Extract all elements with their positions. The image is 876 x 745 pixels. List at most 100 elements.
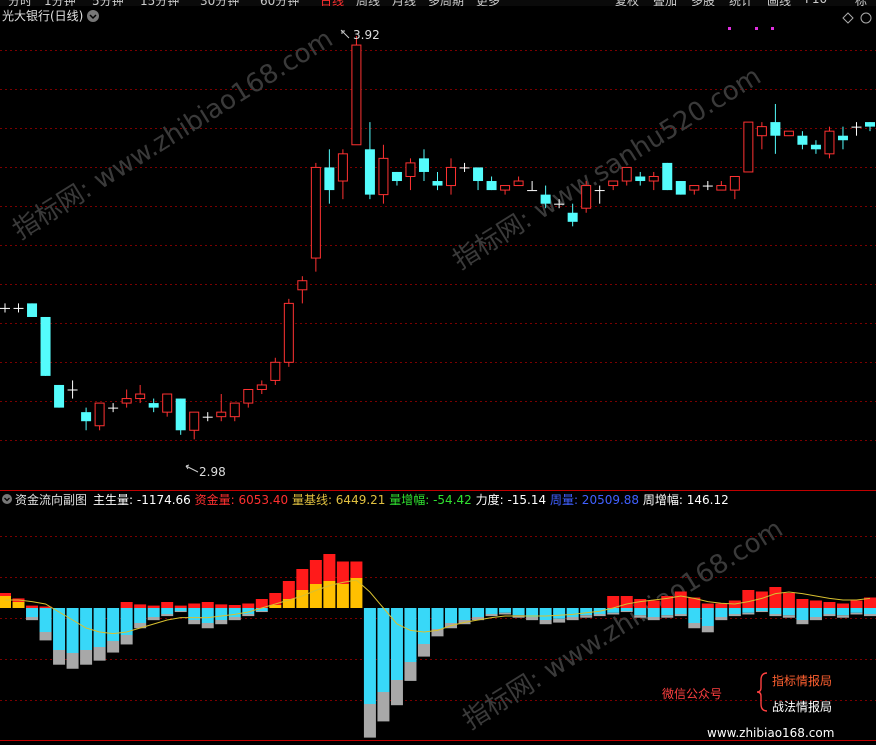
candle-body <box>702 185 713 187</box>
fund-bar <box>674 591 687 608</box>
candle-body <box>581 185 592 209</box>
fund-bar <box>850 600 863 608</box>
outflow-bar <box>161 608 174 614</box>
outflow-extra-bar <box>161 614 174 617</box>
diamond-icon[interactable] <box>842 12 854 24</box>
fund-bar <box>282 581 295 599</box>
watermark-1: 指标网: www.sanhu520.com <box>448 61 767 276</box>
candle <box>513 176 524 187</box>
candle <box>810 140 821 154</box>
outflow-extra-bar <box>93 647 106 661</box>
settings-icon[interactable] <box>860 12 872 24</box>
candle-body <box>635 176 646 182</box>
high-annotation: 3.92 <box>340 28 380 42</box>
candle <box>310 162 321 272</box>
outflow-bar <box>417 608 430 644</box>
outflow-extra-bar <box>174 611 187 613</box>
outflow-extra-bar <box>147 617 160 621</box>
outflow-bar <box>688 608 701 623</box>
outflow-extra-bar <box>607 612 620 615</box>
candle-body <box>837 135 848 141</box>
candle-body <box>689 185 700 191</box>
candle-body <box>364 149 375 195</box>
candle-body <box>513 180 524 187</box>
outflow-bar <box>620 608 633 611</box>
candle-body <box>797 135 808 145</box>
candle <box>67 380 78 399</box>
candle-body <box>459 167 470 169</box>
candle-body <box>486 181 497 191</box>
low-price-label: 2.98 <box>199 465 226 479</box>
candle-body <box>81 412 92 422</box>
candle-body <box>418 158 429 172</box>
outflow-bar <box>566 608 579 617</box>
fund-bar <box>26 605 39 608</box>
candle-body <box>175 398 186 431</box>
candle <box>689 185 700 195</box>
candle-body <box>473 167 484 182</box>
outflow-bar <box>809 608 822 617</box>
outflow-bar <box>445 608 458 623</box>
outflow-extra-bar <box>701 626 714 633</box>
candle-body <box>810 144 821 150</box>
fund-bar <box>647 600 660 608</box>
candle <box>391 171 402 186</box>
chevron-down-icon[interactable] <box>87 10 99 22</box>
candle-body <box>391 171 402 182</box>
candle-body <box>67 389 78 391</box>
outflow-bar <box>188 608 201 620</box>
fund-bar <box>201 602 214 608</box>
candle-body <box>743 121 754 173</box>
outflow-extra-bar <box>404 662 417 681</box>
outflow-bar <box>215 608 228 620</box>
indicator-5: 周量: 20509.88 <box>550 493 643 507</box>
candle <box>432 171 443 191</box>
watermark-2: 指标网: www.zhibiao168.com <box>458 514 789 736</box>
candle-body <box>297 280 308 291</box>
fund-bar <box>715 603 728 608</box>
outflow-extra-bar <box>215 620 228 625</box>
outflow-extra-bar <box>742 612 755 615</box>
promo-url: www.zhibiao168.com <box>707 726 834 740</box>
candle-body <box>567 212 578 222</box>
outflow-bar <box>701 608 714 626</box>
inflow-bar <box>0 596 11 608</box>
outflow-extra-bar <box>850 612 863 615</box>
fund-bar <box>701 603 714 608</box>
outflow-extra-bar <box>526 617 539 621</box>
fund-bar <box>620 596 633 608</box>
promo-block: 微信公众号 指标情报局 战法情报局 www.zhibiao168.com <box>662 672 834 740</box>
candle-body <box>378 157 389 196</box>
candle-body <box>783 130 794 137</box>
candle <box>635 171 646 186</box>
outflow-extra-bar <box>363 704 376 738</box>
outflow-extra-bar <box>417 644 430 657</box>
candle-body <box>351 44 362 146</box>
outflow-extra-bar <box>377 692 390 722</box>
chevron-down-icon[interactable] <box>2 494 12 504</box>
candle <box>81 407 92 431</box>
fund-bar <box>296 569 309 590</box>
kline-chart-canvas[interactable]: 指标网: www.zhibiao168.com 指标网: www.sanhu520… <box>0 0 876 745</box>
candle-body <box>54 384 65 408</box>
outflow-extra-bar <box>728 614 741 617</box>
outflow-bar <box>796 608 809 620</box>
candle-body <box>824 130 835 155</box>
fund-bar <box>336 561 349 584</box>
outflow-extra-bar <box>134 623 147 629</box>
candle-body <box>432 181 443 186</box>
candle <box>108 403 119 413</box>
inflow-bar <box>350 578 363 608</box>
outflow-extra-bar <box>242 614 255 617</box>
outflow-extra-bar <box>485 614 498 617</box>
inflow-bar <box>296 590 309 608</box>
outflow-bar <box>174 608 187 611</box>
candle-body <box>108 407 119 409</box>
outflow-bar <box>499 608 512 613</box>
candle-body <box>716 185 727 191</box>
outflow-extra-bar <box>39 632 52 641</box>
fund-bar <box>215 604 228 608</box>
indicator-readout: 主生量: -1174.66 资金量: 6053.40 量基线: 6449.21 … <box>93 492 729 507</box>
candle <box>418 149 429 182</box>
candle-body <box>256 384 267 390</box>
